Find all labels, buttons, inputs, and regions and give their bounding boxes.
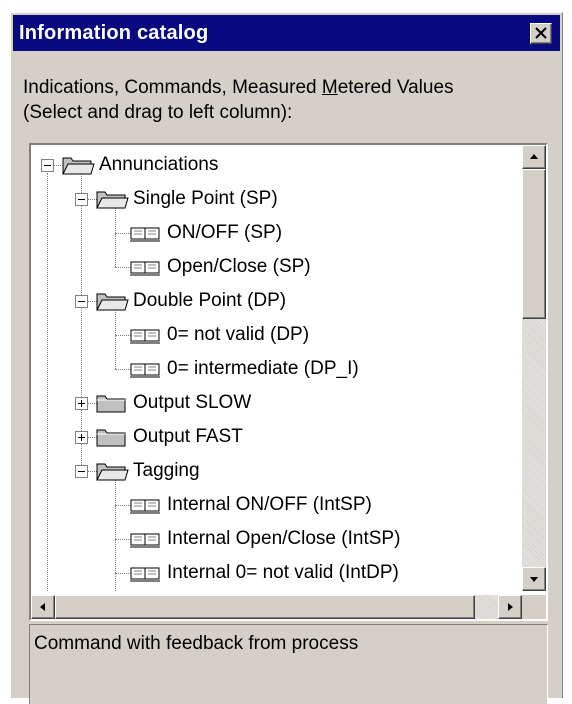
tree-item-label: Annunciations bbox=[99, 154, 219, 175]
tree-leaf-item[interactable]: Internal 0= intermediate (IntDP_I) bbox=[31, 590, 522, 591]
tree-folder-item[interactable]: Annunciations bbox=[31, 148, 522, 182]
horizontal-scroll-thumb[interactable] bbox=[55, 595, 475, 619]
book-icon bbox=[129, 562, 163, 591]
instructions-text: Indications, Commands, Measured Metered … bbox=[23, 75, 543, 125]
scroll-left-button[interactable] bbox=[31, 595, 55, 619]
tree-folder-item[interactable]: Output FAST bbox=[31, 420, 522, 454]
arrow-down-icon bbox=[530, 577, 538, 582]
tree-item-label: Output FAST bbox=[133, 426, 243, 447]
arrow-right-icon bbox=[508, 603, 513, 611]
tree-item-label: 0= intermediate (DP_I) bbox=[167, 358, 359, 379]
collapse-toggle[interactable] bbox=[75, 193, 88, 206]
tree-item-label: Internal 0= not valid (IntDP) bbox=[167, 562, 399, 583]
tree-folder-item[interactable]: Tagging bbox=[31, 454, 522, 488]
vertical-scroll-thumb[interactable] bbox=[522, 169, 546, 319]
vertical-scrollbar[interactable] bbox=[522, 145, 546, 591]
tree-folder-item[interactable]: Output SLOW bbox=[31, 386, 522, 420]
tree-leaf-item[interactable]: Internal ON/OFF (IntSP) bbox=[31, 488, 522, 522]
tree-item-label: Open/Close (SP) bbox=[167, 256, 311, 277]
close-button[interactable] bbox=[530, 23, 552, 44]
horizontal-scrollbar[interactable] bbox=[31, 595, 522, 619]
instructions-line-1: Indications, Commands, Measured Metered … bbox=[23, 75, 543, 100]
instructions-line-1-start: Indications, Commands, Measured bbox=[23, 77, 322, 98]
minus-icon bbox=[78, 199, 85, 200]
title-bar[interactable]: Information catalog bbox=[13, 15, 560, 51]
collapse-toggle[interactable] bbox=[75, 295, 88, 308]
scrollbar-corner bbox=[522, 595, 546, 619]
expand-toggle[interactable] bbox=[75, 431, 88, 444]
tree-item-label: Internal Open/Close (IntSP) bbox=[167, 528, 401, 549]
window-title: Information catalog bbox=[19, 22, 209, 44]
tree-item-label: Output SLOW bbox=[133, 392, 252, 413]
plus-icon bbox=[78, 434, 85, 441]
mnemonic-letter: M bbox=[321, 77, 338, 98]
tree-leaf-item[interactable]: Internal Open/Close (IntSP) bbox=[31, 522, 522, 556]
catalog-tree-view[interactable]: Annunciations Single Point (SP) ON/OFF (SP… bbox=[29, 143, 548, 621]
scroll-right-button[interactable] bbox=[498, 595, 522, 619]
arrow-up-icon bbox=[530, 154, 538, 159]
information-catalog-window: Information catalog Indications, Command… bbox=[10, 12, 563, 704]
collapse-toggle[interactable] bbox=[41, 159, 54, 172]
collapse-toggle[interactable] bbox=[75, 465, 88, 478]
scroll-down-button[interactable] bbox=[522, 567, 546, 591]
minus-icon bbox=[78, 301, 85, 302]
tree-folder-item[interactable]: Double Point (DP) bbox=[31, 284, 522, 318]
tree-folder-item[interactable]: Single Point (SP) bbox=[31, 182, 522, 216]
tree-item-label: Internal ON/OFF (IntSP) bbox=[167, 494, 372, 515]
tree-item-label: Single Point (SP) bbox=[133, 188, 278, 209]
close-icon bbox=[535, 27, 547, 39]
tree-item-label: Internal 0= intermediate (IntDP_I) bbox=[167, 590, 448, 591]
minus-icon bbox=[44, 165, 51, 166]
tree-item-label: Tagging bbox=[133, 460, 200, 481]
instructions-line-1-end: etered Values bbox=[337, 77, 454, 98]
tree-item-label: Double Point (DP) bbox=[133, 290, 287, 311]
tree-item-label: 0= not valid (DP) bbox=[167, 324, 310, 345]
tree-leaf-item[interactable]: 0= not valid (DP) bbox=[31, 318, 522, 352]
tree-leaf-item[interactable]: 0= intermediate (DP_I) bbox=[31, 352, 522, 386]
minus-icon bbox=[78, 471, 85, 472]
arrow-left-icon bbox=[40, 603, 45, 611]
tree-leaf-item[interactable]: ON/OFF (SP) bbox=[31, 216, 522, 250]
tree-leaf-item[interactable]: Open/Close (SP) bbox=[31, 250, 522, 284]
tree-leaf-item[interactable]: Internal 0= not valid (IntDP) bbox=[31, 556, 522, 590]
tree-viewport[interactable]: Annunciations Single Point (SP) ON/OFF (SP… bbox=[31, 145, 522, 591]
plus-icon bbox=[78, 400, 85, 407]
expand-toggle[interactable] bbox=[75, 397, 88, 410]
tree-item-label: ON/OFF (SP) bbox=[167, 222, 283, 243]
instructions-line-2: (Select and drag to left column): bbox=[23, 102, 293, 123]
scroll-up-button[interactable] bbox=[522, 145, 546, 169]
description-panel: Command with feedback from process bbox=[29, 624, 548, 704]
description-text: Command with feedback from process bbox=[34, 633, 359, 654]
